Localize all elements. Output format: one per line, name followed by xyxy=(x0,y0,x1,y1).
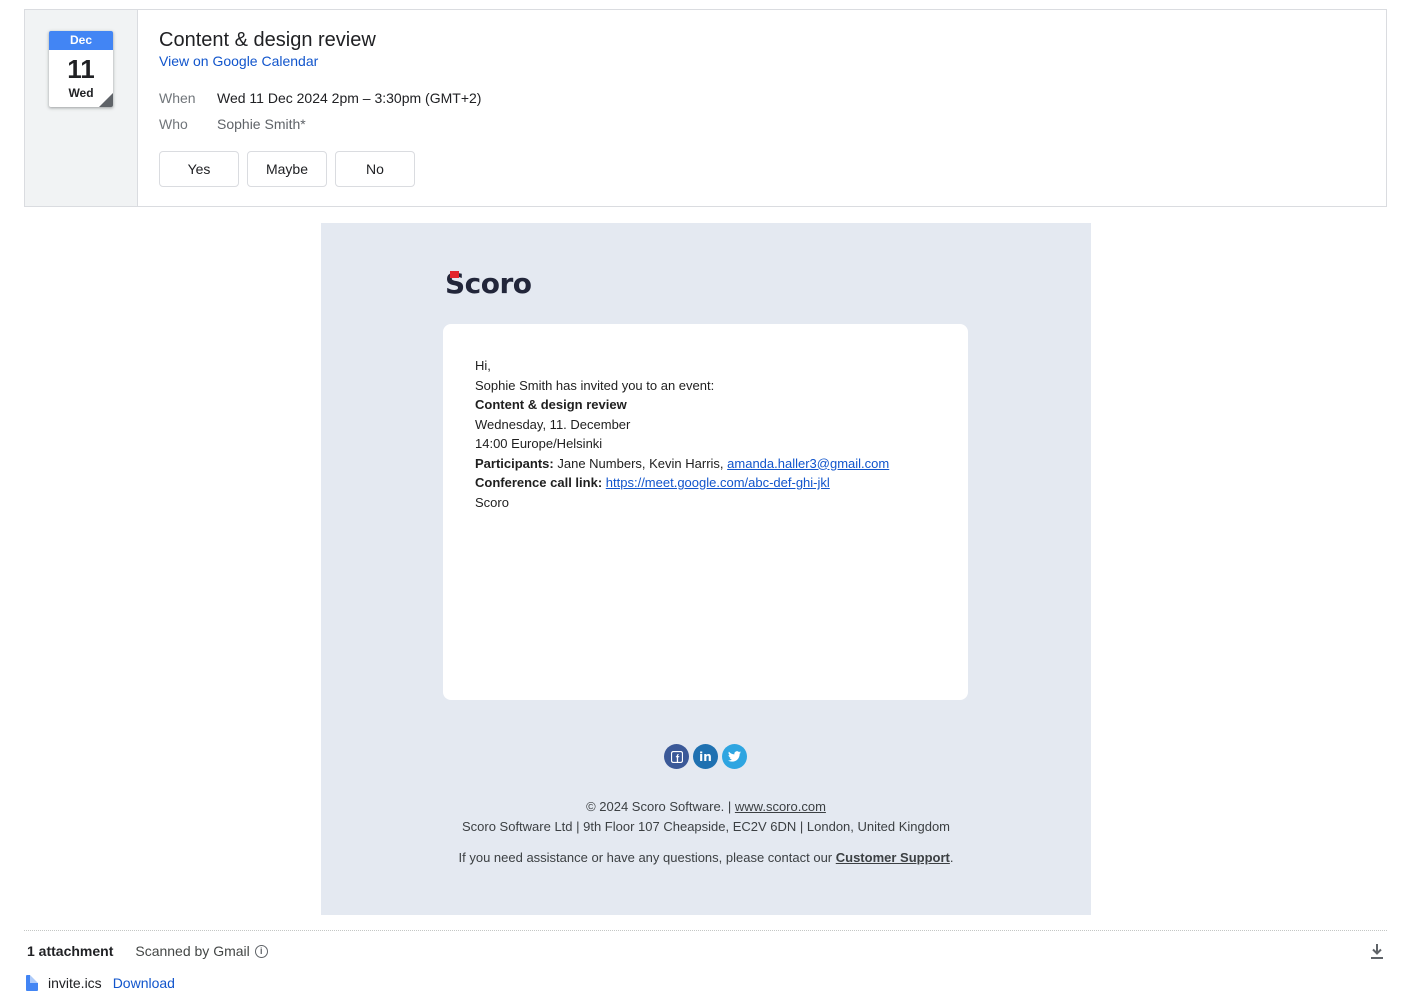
attachment-count: 1 attachment xyxy=(27,943,114,959)
who-row: Who Sophie Smith* xyxy=(159,111,1386,137)
social-links: in xyxy=(664,744,747,769)
footer-copyright: © 2024 Scoro Software. | www.scoro.com xyxy=(321,797,1091,817)
customer-support-link[interactable]: Customer Support xyxy=(836,850,950,865)
twitter-icon[interactable] xyxy=(722,744,747,769)
calendar-month: Dec xyxy=(49,31,113,50)
rsvp-yes-button[interactable]: Yes xyxy=(159,151,239,187)
event-title: Content & design review xyxy=(159,29,376,51)
event-meta: When Wed 11 Dec 2024 2pm – 3:30pm (GMT+2… xyxy=(159,85,1386,137)
facebook-icon[interactable] xyxy=(664,744,689,769)
when-row: When Wed 11 Dec 2024 2pm – 3:30pm (GMT+2… xyxy=(159,85,1386,111)
linkedin-icon[interactable]: in xyxy=(693,744,718,769)
footer-help: If you need assistance or have any quest… xyxy=(321,848,1091,868)
intro-text: Sophie Smith has invited you to an event… xyxy=(475,377,715,393)
logo-mark-icon xyxy=(450,271,459,278)
email-message-card: Hi, Sophie Smith has invited you to an e… xyxy=(443,324,968,700)
participants: Participants: Jane Numbers, Kevin Harris… xyxy=(475,454,936,474)
scoro-site-link[interactable]: www.scoro.com xyxy=(735,799,826,814)
rsvp-no-button[interactable]: No xyxy=(335,151,415,187)
page-fold-icon xyxy=(99,93,113,107)
invite-left-panel: Dec 11 Wed xyxy=(25,10,138,206)
view-on-google-calendar-link[interactable]: View on Google Calendar xyxy=(159,53,318,69)
calendar-date-icon: Dec 11 Wed xyxy=(49,31,113,107)
scoro-logo: Scoro xyxy=(445,269,532,299)
calendar-invite-card: Dec 11 Wed Content & design review View … xyxy=(24,9,1387,207)
when-value: Wed 11 Dec 2024 2pm – 3:30pm (GMT+2) xyxy=(217,90,482,106)
help-end: . xyxy=(949,850,954,865)
download-all-icon[interactable] xyxy=(1369,943,1385,961)
greeting: Hi, xyxy=(475,358,491,373)
event-name: Content & design review xyxy=(475,397,627,412)
email-body: Scoro Hi, Sophie Smith has invited you t… xyxy=(321,223,1091,915)
participants-names: Jane Numbers, Kevin Harris, xyxy=(553,455,728,471)
who-label: Who xyxy=(159,116,188,132)
scanned-by-gmail: Scanned by Gmail xyxy=(135,943,250,959)
participants-label: Participants: xyxy=(475,455,554,471)
calendar-day: 11 xyxy=(67,54,95,84)
conference-label: Conference call link: xyxy=(475,475,603,490)
help-text: If you need assistance or have any quest… xyxy=(458,850,836,865)
invite-details: Content & design review View on Google C… xyxy=(138,10,1386,206)
event-time: 14:00 Europe/Helsinki xyxy=(475,436,603,451)
download-link[interactable]: Download xyxy=(113,975,175,991)
rsvp-buttons: Yes Maybe No xyxy=(159,151,1386,187)
attachment-header: 1 attachment Scanned by Gmail i xyxy=(27,943,268,959)
conference-call-link[interactable]: https://meet.google.com/abc-def-ghi-jkl xyxy=(606,475,830,490)
info-icon[interactable]: i xyxy=(254,944,268,958)
attachment-divider xyxy=(24,930,1387,931)
attachment-item: invite.ics Download xyxy=(26,975,175,991)
participant-email-link[interactable]: amanda.haller3@gmail.com xyxy=(727,456,889,471)
event-date: Wednesday, 11. December xyxy=(475,416,631,432)
signature: Scoro xyxy=(475,494,509,510)
attachment-file-name[interactable]: invite.ics xyxy=(48,975,102,991)
footer-address: Scoro Software Ltd | 9th Floor 107 Cheap… xyxy=(461,819,951,834)
conference-link-row: Conference call link: https://meet.googl… xyxy=(475,473,936,493)
when-label: When xyxy=(159,90,196,106)
rsvp-maybe-button[interactable]: Maybe xyxy=(247,151,327,187)
file-icon xyxy=(26,975,38,991)
copyright-text: © 2024 Scoro Software. | xyxy=(586,799,735,814)
who-value: Sophie Smith* xyxy=(217,116,306,132)
